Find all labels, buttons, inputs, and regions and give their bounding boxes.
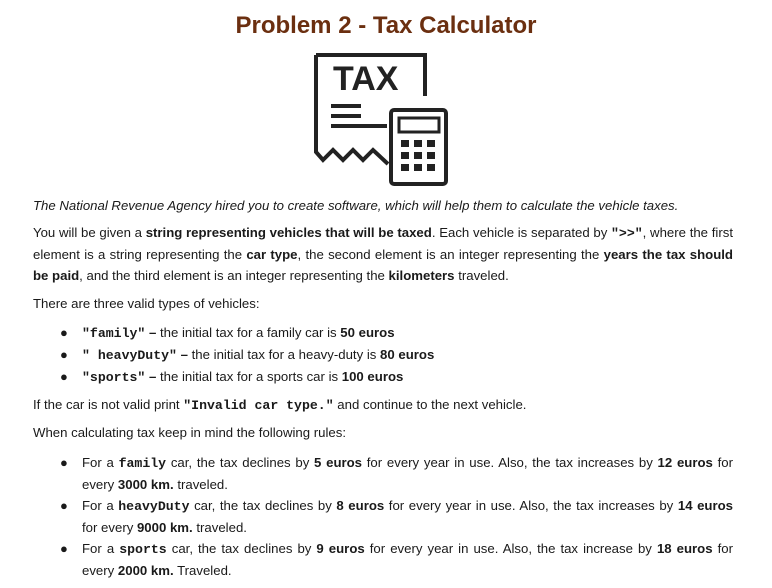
bullet-icon: ●: [60, 325, 68, 340]
list-item: ● For a sports car, the tax declines by 9…: [33, 538, 733, 581]
logo-text: TAX: [333, 60, 399, 98]
input-description-paragraph: You will be given a string representing …: [33, 225, 733, 283]
bullet-icon: ●: [60, 541, 68, 556]
intro-paragraph: The National Revenue Agency hired you to…: [33, 198, 679, 213]
invalid-car-paragraph: If the car is not valid print "Invalid c…: [33, 397, 527, 413]
list-item: ● " heavyDuty" – the initial tax for a he…: [33, 344, 733, 366]
list-item: ● For a family car, the tax declines by 5…: [33, 452, 733, 495]
document-page: Problem 2 - Tax Calculator TAX The Natio…: [0, 0, 772, 588]
tax-document-calculator-icon: TAX: [314, 53, 448, 186]
list-item: ● "sports" – the initial tax for a sports…: [33, 366, 733, 388]
page-title: Problem 2 - Tax Calculator: [235, 12, 537, 39]
list-item: ● For a heavyDuty car, the tax declines b…: [33, 495, 733, 538]
bullet-icon: ●: [60, 455, 68, 470]
rules-heading: When calculating tax keep in mind the fo…: [33, 425, 347, 440]
vehicle-types-list: ● "family" – the initial tax for a family…: [33, 322, 733, 388]
tax-rules-list: ● For a family car, the tax declines by 5…: [33, 452, 733, 581]
bullet-icon: ●: [60, 498, 68, 513]
bullet-icon: ●: [60, 369, 68, 384]
list-item: ● "family" – the initial tax for a family…: [33, 322, 733, 344]
bullet-icon: ●: [60, 347, 68, 362]
types-heading: There are three valid types of vehicles:: [33, 296, 260, 311]
